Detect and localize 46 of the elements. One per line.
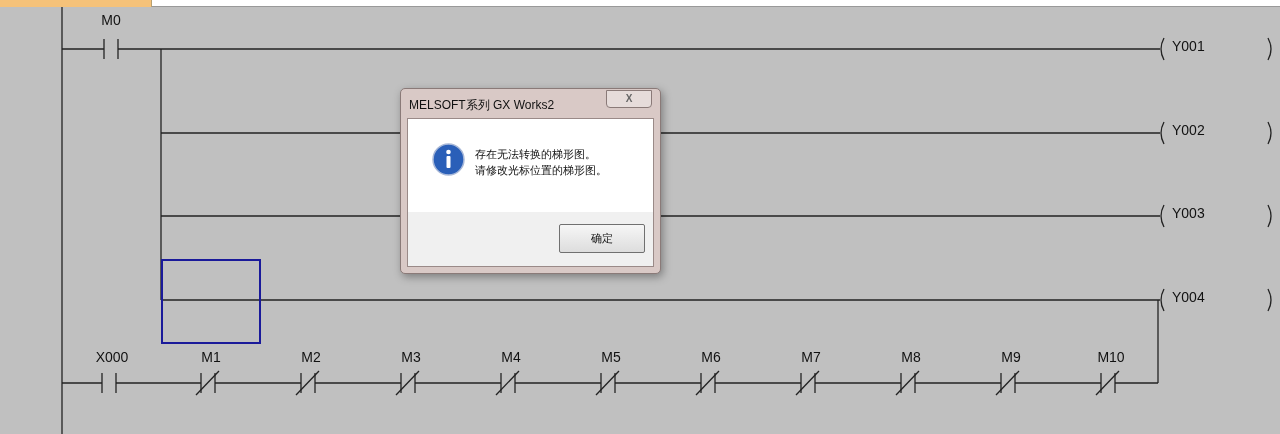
contact-label: M10 [1097, 349, 1125, 365]
contact-symbol [695, 370, 720, 396]
info-icon [432, 143, 465, 176]
contact-label: X000 [95, 349, 129, 365]
contact-label: M5 [601, 349, 621, 365]
rung-wire [61, 382, 103, 384]
coil-label: Y002 [1172, 122, 1205, 138]
coil-left-icon [1160, 37, 1165, 61]
coil-right-icon [1267, 204, 1272, 228]
dialog-message: 请修改光标位置的梯形图。 [475, 163, 607, 178]
contact-symbol [895, 370, 920, 396]
contact-symbol [495, 370, 520, 396]
coil-label: Y001 [1172, 38, 1205, 54]
contact-label: M2 [301, 349, 321, 365]
rung-wire [61, 48, 105, 50]
dialog-title: MELSOFT系列 GX Works2 [409, 97, 555, 114]
contact-symbol [595, 370, 620, 396]
contact-label: M0 [101, 12, 121, 28]
coil-left-icon [1160, 121, 1165, 145]
contact-label: M8 [901, 349, 921, 365]
close-button[interactable]: X [606, 90, 652, 108]
contact-label: M7 [801, 349, 821, 365]
contact-symbol [1095, 370, 1120, 396]
contact-label: M1 [201, 349, 221, 365]
rung-wire [1114, 382, 1159, 384]
contact-label: M3 [401, 349, 421, 365]
coil-left-icon [1160, 204, 1165, 228]
contact-symbol [103, 38, 119, 60]
contact-label: M4 [501, 349, 521, 365]
contact-symbol [295, 370, 320, 396]
contact-label: M6 [701, 349, 721, 365]
coil-left-icon [1160, 288, 1165, 312]
coil-right-icon [1267, 121, 1272, 145]
coil-label: Y004 [1172, 289, 1205, 305]
dialog-message: 存在无法转换的梯形图。 [475, 147, 597, 162]
contact-symbol [795, 370, 820, 396]
contact-symbol [101, 372, 117, 394]
coil-right-icon [1267, 37, 1272, 61]
contact-label: M9 [1001, 349, 1021, 365]
coil-right-icon [1267, 288, 1272, 312]
coil-label: Y003 [1172, 205, 1205, 221]
contact-symbol [995, 370, 1020, 396]
ok-button[interactable]: 确定 [559, 224, 645, 253]
document-tab[interactable] [0, 0, 152, 7]
contact-symbol [395, 370, 420, 396]
contact-symbol [195, 370, 220, 396]
